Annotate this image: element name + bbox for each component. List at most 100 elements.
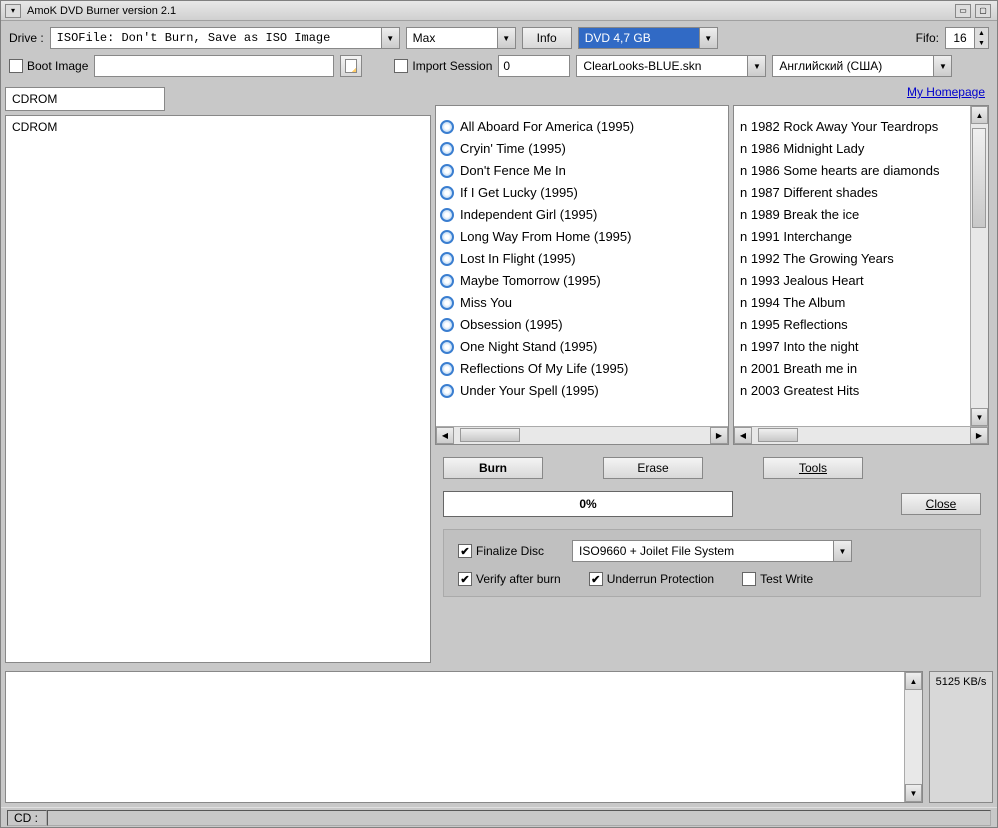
close-button[interactable]: Close	[901, 493, 981, 515]
checkbox-icon[interactable]	[9, 59, 23, 73]
disc-icon	[440, 142, 454, 156]
list-item[interactable]: n 1997 Into the night	[738, 336, 966, 358]
list-item[interactable]: One Night Stand (1995)	[440, 336, 724, 358]
checkbox-icon[interactable]: ✔	[458, 544, 472, 558]
list-item[interactable]: Reflections Of My Life (1995)	[440, 358, 724, 380]
list-item[interactable]: Miss You	[440, 292, 724, 314]
tree-view[interactable]: CDROM	[5, 115, 431, 663]
log-textbox[interactable]: ▲ ▼	[5, 671, 923, 803]
testwrite-check[interactable]: Test Write	[742, 572, 813, 586]
browse-button[interactable]	[340, 55, 362, 77]
tree-header-input[interactable]	[5, 87, 165, 111]
list-item[interactable]: n 2001 Breath me in	[738, 358, 966, 380]
disc-type-combo[interactable]: DVD 4,7 GB ▼	[578, 27, 718, 49]
disc-icon	[440, 296, 454, 310]
list-item[interactable]: Lost In Flight (1995)	[440, 248, 724, 270]
h-scrollbar[interactable]: ◀ ▶	[734, 426, 988, 444]
skin-combo[interactable]: ClearLooks-BLUE.skn ▼	[576, 55, 766, 77]
sysmenu-icon[interactable]: ▾	[5, 4, 21, 18]
speed-combo[interactable]: Max ▼	[406, 27, 516, 49]
albums-listbox[interactable]: n 1982 Rock Away Your Teardropsn 1986 Mi…	[733, 105, 989, 445]
underrun-check[interactable]: ✔ Underrun Protection	[589, 572, 714, 586]
list-item[interactable]: n 1993 Jealous Heart	[738, 270, 966, 292]
disc-icon	[440, 252, 454, 266]
scroll-right-icon[interactable]: ▶	[710, 427, 728, 444]
checkbox-icon[interactable]: ✔	[589, 572, 603, 586]
albums-items[interactable]: n 1982 Rock Away Your Teardropsn 1986 Mi…	[734, 106, 970, 426]
h-scrollbar[interactable]: ◀ ▶	[436, 426, 728, 444]
v-scrollbar[interactable]: ▲ ▼	[904, 672, 922, 802]
lists-row: All Aboard For America (1995)Cryin' Time…	[435, 105, 989, 445]
maximize-button[interactable]: ▢	[975, 4, 991, 18]
chevron-down-icon[interactable]: ▼	[933, 56, 951, 76]
list-item[interactable]: Maybe Tomorrow (1995)	[440, 270, 724, 292]
scroll-thumb[interactable]	[460, 428, 520, 442]
list-item[interactable]: n 1991 Interchange	[738, 226, 966, 248]
filesystem-combo[interactable]: ISO9660 + Joilet File System ▼	[572, 540, 852, 562]
tracks-listbox[interactable]: All Aboard For America (1995)Cryin' Time…	[435, 105, 729, 445]
scroll-right-icon[interactable]: ▶	[970, 427, 988, 444]
tree-root[interactable]: CDROM	[12, 120, 57, 134]
erase-button[interactable]: Erase	[603, 457, 703, 479]
scroll-left-icon[interactable]: ◀	[734, 427, 752, 444]
import-session-input[interactable]	[498, 55, 570, 77]
list-item[interactable]: n 1995 Reflections	[738, 314, 966, 336]
titlebar: ▾ AmoK DVD Burner version 2.1 ▭ ▢	[1, 1, 997, 21]
boot-image-check[interactable]: Boot Image	[9, 59, 88, 73]
chevron-down-icon[interactable]: ▼	[699, 28, 717, 48]
scroll-left-icon[interactable]: ◀	[436, 427, 454, 444]
v-scrollbar[interactable]: ▲ ▼	[970, 106, 988, 426]
fifo-input[interactable]	[946, 28, 974, 48]
list-item[interactable]: n 1989 Break the ice	[738, 204, 966, 226]
minimize-button[interactable]: ▭	[955, 4, 971, 18]
finalize-check[interactable]: ✔ Finalize Disc	[458, 544, 544, 558]
checkbox-icon[interactable]	[742, 572, 756, 586]
language-combo[interactable]: Английский (США) ▼	[772, 55, 952, 77]
drive-label: Drive :	[9, 31, 44, 45]
scroll-down-icon[interactable]: ▼	[971, 408, 988, 426]
list-item[interactable]: n 1986 Midnight Lady	[738, 138, 966, 160]
status-cell	[47, 810, 991, 826]
list-item[interactable]: All Aboard For America (1995)	[440, 116, 724, 138]
burn-button[interactable]: Burn	[443, 457, 543, 479]
verify-check[interactable]: ✔ Verify after burn	[458, 572, 561, 586]
chevron-down-icon[interactable]: ▼	[381, 28, 399, 48]
list-item[interactable]: Obsession (1995)	[440, 314, 724, 336]
disc-icon	[440, 230, 454, 244]
import-session-check[interactable]: Import Session	[394, 59, 492, 73]
list-item[interactable]: Don't Fence Me In	[440, 160, 724, 182]
list-item[interactable]: n 1982 Rock Away Your Teardrops	[738, 116, 966, 138]
page-icon	[345, 59, 357, 73]
list-item[interactable]: Independent Girl (1995)	[440, 204, 724, 226]
list-item[interactable]: n 1994 The Album	[738, 292, 966, 314]
fifo-spinner[interactable]: ▲ ▼	[945, 27, 989, 49]
checkbox-icon[interactable]	[394, 59, 408, 73]
scroll-up-icon[interactable]: ▲	[905, 672, 922, 690]
list-item[interactable]: If I Get Lucky (1995)	[440, 182, 724, 204]
scroll-thumb[interactable]	[758, 428, 798, 442]
list-item[interactable]: Long Way From Home (1995)	[440, 226, 724, 248]
list-item[interactable]: Under Your Spell (1995)	[440, 380, 724, 402]
spin-down[interactable]: ▼	[974, 38, 988, 48]
checkbox-icon[interactable]: ✔	[458, 572, 472, 586]
progress-row: 0% Close	[435, 491, 989, 517]
homepage-link[interactable]: My Homepage	[907, 85, 989, 99]
list-item[interactable]: n 1986 Some hearts are diamonds	[738, 160, 966, 182]
list-item[interactable]: n 1987 Different shades	[738, 182, 966, 204]
boot-image-input[interactable]	[94, 55, 334, 77]
scroll-down-icon[interactable]: ▼	[905, 784, 922, 802]
info-button[interactable]: Info	[522, 27, 572, 49]
list-item[interactable]: n 1992 The Growing Years	[738, 248, 966, 270]
chevron-down-icon[interactable]: ▼	[747, 56, 765, 76]
chevron-down-icon[interactable]: ▼	[833, 541, 851, 561]
list-item[interactable]: Cryin' Time (1995)	[440, 138, 724, 160]
tools-button[interactable]: Tools	[763, 457, 863, 479]
window-title: AmoK DVD Burner version 2.1	[23, 5, 955, 17]
scroll-thumb[interactable]	[972, 128, 986, 228]
scroll-up-icon[interactable]: ▲	[971, 106, 988, 124]
chevron-down-icon[interactable]: ▼	[497, 28, 515, 48]
tracks-items[interactable]: All Aboard For America (1995)Cryin' Time…	[436, 106, 728, 426]
drive-combo[interactable]: ISOFile: Don't Burn, Save as ISO Image ▼	[50, 27, 400, 49]
spin-up[interactable]: ▲	[974, 28, 988, 38]
list-item[interactable]: n 2003 Greatest Hits	[738, 380, 966, 402]
